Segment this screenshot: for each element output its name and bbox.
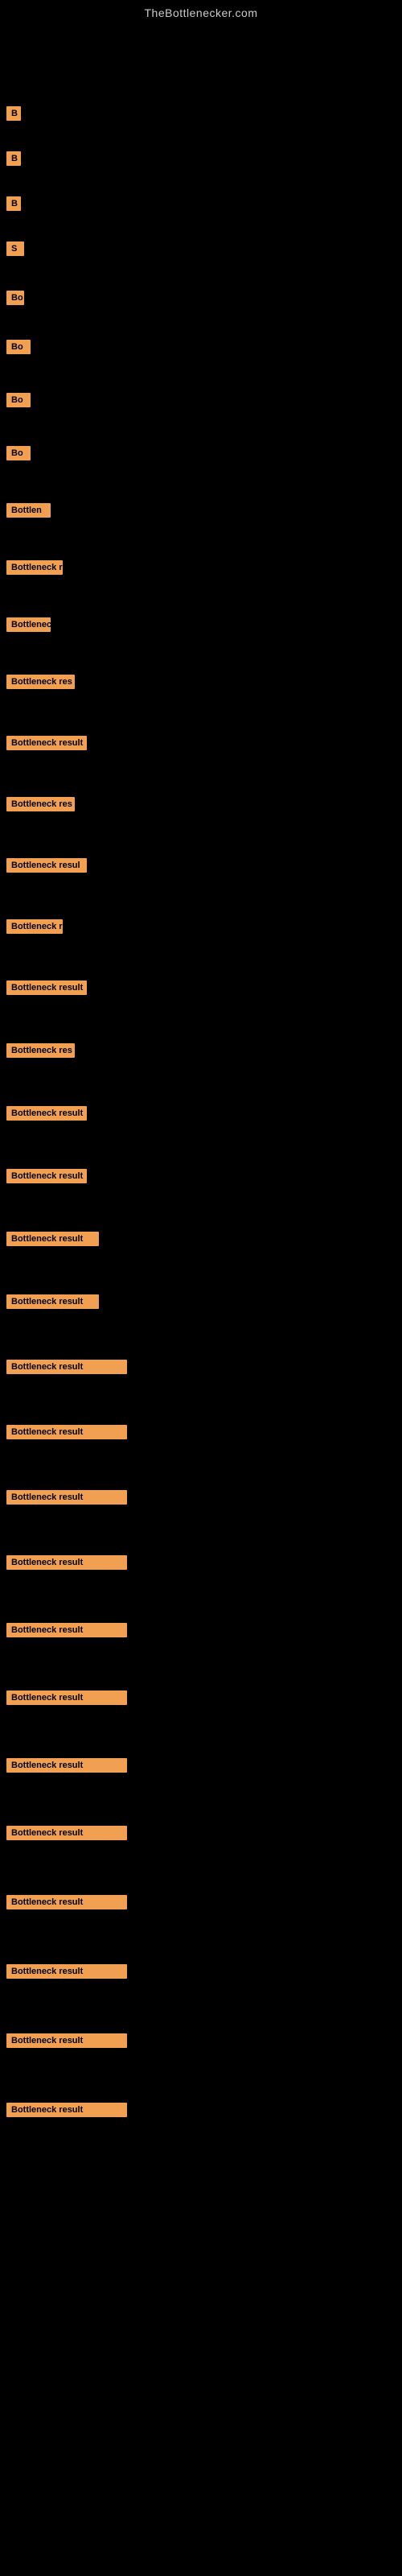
- bar-label: Bottleneck result: [6, 1106, 87, 1121]
- list-item: Bo: [0, 390, 402, 411]
- list-item: B: [0, 148, 402, 169]
- bar-label: Bottleneck result: [6, 736, 87, 750]
- list-item: Bottleneck r: [0, 916, 402, 937]
- bar-label: Bottleneck res: [6, 797, 75, 811]
- bar-label: Bottleneck result: [6, 1232, 99, 1246]
- list-item: Bottleneck result: [0, 1961, 402, 1982]
- bar-label: Bottleneck result: [6, 1555, 127, 1570]
- list-item: Bottleneck resul: [0, 855, 402, 876]
- bar-label: Bottleneck r: [6, 560, 63, 575]
- list-item: Bottleneck result: [0, 2030, 402, 2051]
- list-item: Bottleneck result: [0, 1103, 402, 1124]
- list-item: Bottleneck result: [0, 1291, 402, 1312]
- bar-label: Bottleneck result: [6, 980, 87, 995]
- page-wrapper: TheBottlenecker.com B B B S Bo Bo Bo: [0, 0, 402, 2120]
- list-item: Bottleneck result: [0, 733, 402, 753]
- list-item: Bottleneck result: [0, 2099, 402, 2120]
- bar-label: B: [6, 106, 21, 121]
- bar-label: Bottleneck result: [6, 1490, 127, 1505]
- list-item: Bottleneck result: [0, 1620, 402, 1641]
- bar-label: Bottleneck result: [6, 2103, 127, 2117]
- bar-label: Bottleneck result: [6, 1294, 99, 1309]
- bar-label: Bo: [6, 446, 31, 460]
- list-item: B: [0, 193, 402, 214]
- bar-label: Bottlen: [6, 503, 51, 518]
- bar-label: B: [6, 196, 21, 211]
- list-item: Bottleneck res: [0, 671, 402, 692]
- bar-label: Bottleneck result: [6, 1425, 127, 1439]
- bars-section: B B B S Bo Bo Bo Bo Bott: [0, 103, 402, 2120]
- bar-label: Bottleneck result: [6, 1826, 127, 1840]
- list-item: B: [0, 103, 402, 124]
- bar-label: Bottleneck r: [6, 919, 63, 934]
- bar-label: Bottleneck resul: [6, 858, 87, 873]
- bar-label: Bottleneck result: [6, 1169, 87, 1183]
- list-item: Bottleneck result: [0, 1552, 402, 1573]
- bar-label: Bottleneck res: [6, 1043, 75, 1058]
- bar-label: Bottleneck result: [6, 1690, 127, 1705]
- bar-label: Bo: [6, 291, 24, 305]
- bar-label: Bottleneck res: [6, 675, 75, 689]
- bar-label: Bottlenec: [6, 617, 51, 632]
- list-item: Bottleneck result: [0, 1422, 402, 1443]
- list-item: Bottleneck result: [0, 1687, 402, 1708]
- list-item: Bottlenec: [0, 614, 402, 635]
- bar-label: Bo: [6, 393, 31, 407]
- bar-label: Bottleneck result: [6, 1360, 127, 1374]
- bar-label: Bottleneck result: [6, 1964, 127, 1979]
- list-item: Bottleneck result: [0, 1487, 402, 1508]
- list-item: Bottleneck result: [0, 1356, 402, 1377]
- list-item: Bottleneck res: [0, 1040, 402, 1061]
- bar-label: B: [6, 151, 21, 166]
- bar-label: Bottleneck result: [6, 1895, 127, 1909]
- bar-label: S: [6, 242, 24, 256]
- list-item: S: [0, 238, 402, 259]
- list-item: Bo: [0, 336, 402, 357]
- list-item: Bottleneck r: [0, 557, 402, 578]
- site-title: TheBottlenecker.com: [0, 0, 402, 23]
- bar-label: Bottleneck result: [6, 1623, 127, 1637]
- list-item: Bo: [0, 287, 402, 308]
- list-item: Bottleneck result: [0, 1166, 402, 1187]
- list-item: Bo: [0, 443, 402, 464]
- bar-label: Bo: [6, 340, 31, 354]
- bar-label: Bottleneck result: [6, 1758, 127, 1773]
- list-item: Bottleneck result: [0, 1755, 402, 1776]
- list-item: Bottleneck result: [0, 1823, 402, 1843]
- bar-label: Bottleneck result: [6, 2033, 127, 2048]
- list-item: Bottlen: [0, 500, 402, 521]
- list-item: Bottleneck result: [0, 1228, 402, 1249]
- list-item: Bottleneck result: [0, 1892, 402, 1913]
- list-item: Bottleneck result: [0, 977, 402, 998]
- list-item: Bottleneck res: [0, 794, 402, 815]
